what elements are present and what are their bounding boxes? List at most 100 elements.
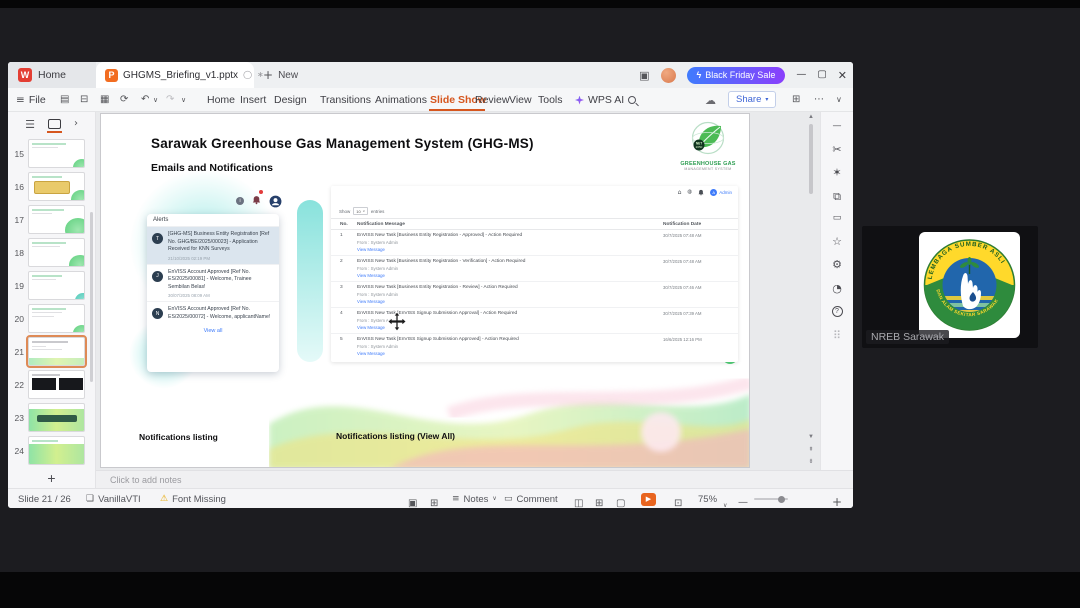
alert-item[interactable]: J EnVISS Account Approved [Ref No. ES/20… xyxy=(147,265,279,303)
ai-sparkle-icon xyxy=(575,95,584,105)
menu-insert[interactable]: Insert xyxy=(240,88,266,112)
menu-view[interactable]: View xyxy=(509,88,532,112)
previous-slide-icon[interactable]: ⇞ xyxy=(805,446,817,453)
menu-transitions[interactable]: Transitions xyxy=(320,88,371,112)
collapse-ribbon-icon[interactable]: ∨ xyxy=(836,88,842,112)
more-history-icon[interactable]: ∨ xyxy=(181,88,186,112)
zoom-dropdown-icon[interactable]: ∨ xyxy=(723,496,727,509)
window-switcher-icon[interactable]: ▣ xyxy=(639,70,649,81)
zoom-in-icon[interactable]: + xyxy=(832,492,842,508)
account-avatar[interactable] xyxy=(660,67,676,83)
menu-design[interactable]: Design xyxy=(274,88,307,112)
fit-slide-icon[interactable]: ⊡ xyxy=(674,494,682,509)
promo-label: Black Friday Sale xyxy=(705,70,776,80)
slide-thumbnail-18[interactable] xyxy=(28,238,85,267)
slide-thumbnail-20[interactable] xyxy=(28,304,85,333)
cloud-sync-icon[interactable]: ☁ xyxy=(705,88,716,112)
theme-indicator[interactable]: ❏ VanillaVTI xyxy=(86,489,141,508)
add-slide-button[interactable]: + xyxy=(8,470,95,486)
save-icon[interactable]: ▤ xyxy=(60,88,69,112)
ghgms-globe-icon: NET 2050 xyxy=(691,121,725,155)
zoom-out-icon[interactable]: — xyxy=(738,493,748,508)
comment-toggle[interactable]: ▭ Comment xyxy=(504,489,558,508)
view-message-link[interactable]: View Message xyxy=(357,247,385,252)
view-message-link[interactable]: View Message xyxy=(357,351,385,356)
normal-view-icon[interactable]: ◫ xyxy=(574,494,583,509)
zoom-slider[interactable] xyxy=(754,489,788,508)
slide-thumbnail-15[interactable] xyxy=(28,139,85,168)
view-message-link[interactable]: View Message xyxy=(357,299,385,304)
view-message-link[interactable]: View Message xyxy=(357,273,385,278)
favorites-icon[interactable]: ☆ xyxy=(832,236,842,247)
shapes-icon[interactable]: ⧉ xyxy=(833,191,841,202)
outline-view-icon[interactable]: ☰ xyxy=(25,119,35,130)
menu-tools[interactable]: Tools xyxy=(538,88,563,112)
tab-document[interactable]: P GHGMS_Briefing_v1.pptx ◯ ∗ xyxy=(96,62,264,88)
menu-animations[interactable]: Animations xyxy=(375,88,427,112)
history-icon[interactable]: ◔ xyxy=(832,283,842,294)
panel-layout-icon[interactable]: ⊞ xyxy=(792,88,800,112)
view-message-link[interactable]: View Message xyxy=(357,325,385,330)
slide-thumbnail-21-selected[interactable] xyxy=(26,335,87,368)
alert-item[interactable]: N EnVISS Account Approved [Ref No. ES/20… xyxy=(147,302,279,324)
canvas-scrollbar[interactable]: ▲ ▼ ⇞ ⇟ xyxy=(805,112,817,470)
new-tab-button[interactable]: + New xyxy=(263,62,298,88)
window-tab-bar: W Home P GHGMS_Briefing_v1.pptx ◯ ∗ + Ne… xyxy=(8,62,853,88)
comment-panel-icon[interactable]: ▭ xyxy=(833,214,842,223)
slide-view-icon[interactable] xyxy=(46,119,62,133)
notes-toggle[interactable]: ≡ Notes ∨ xyxy=(452,489,497,508)
search-icon[interactable] xyxy=(628,88,636,112)
zoom-level[interactable]: 75% xyxy=(698,489,717,508)
scroll-down-icon[interactable]: ▼ xyxy=(805,434,817,440)
entries-select[interactable]: 10 ∨ xyxy=(353,207,368,215)
font-missing-warning[interactable]: ⚠ Font Missing xyxy=(160,489,226,508)
style-tools-icon[interactable]: ✂ xyxy=(832,144,841,155)
share-button[interactable]: Share ▾ xyxy=(728,91,777,108)
file-menu[interactable]: ≡ File xyxy=(16,88,46,112)
slide-thumbnail-19[interactable] xyxy=(28,271,85,300)
collapse-icon[interactable]: — xyxy=(833,122,842,131)
next-slide-icon[interactable]: ⇟ xyxy=(805,458,817,465)
undo-icon[interactable]: ↶ xyxy=(141,88,149,112)
output-icon[interactable]: ⊟ xyxy=(80,88,88,112)
collapse-panel-icon[interactable]: › xyxy=(74,119,78,129)
slide-thumbnail-22[interactable] xyxy=(28,370,85,399)
refresh-icon[interactable]: ⟳ xyxy=(120,88,128,112)
export-icon[interactable]: ⊞ xyxy=(430,494,438,509)
more-options-icon[interactable]: ⋯ xyxy=(814,88,824,112)
reading-view-icon[interactable]: ▢ xyxy=(616,494,625,509)
thumb-number: 24 xyxy=(14,445,24,456)
menu-home[interactable]: Home xyxy=(207,88,235,112)
notes-input[interactable]: Click to add notes xyxy=(96,470,853,488)
current-slide[interactable]: Sarawak Greenhouse Gas Management System… xyxy=(100,113,750,468)
animation-pane-icon[interactable]: ✶ xyxy=(832,167,841,178)
minimize-button[interactable]: — xyxy=(796,70,806,80)
help-icon[interactable]: ? xyxy=(831,306,843,317)
participant-video-tile[interactable]: LEMBAGA SUMBER ASLI DAN ALAM SEKITAR SAR… xyxy=(862,226,1038,348)
slide-thumbnail-24[interactable] xyxy=(28,436,85,465)
thumb-number: 16 xyxy=(14,181,24,192)
thumbnail-scrollbar[interactable] xyxy=(90,212,93,382)
slide-thumbnail-23[interactable] xyxy=(28,403,85,432)
tab-home[interactable]: W Home xyxy=(8,62,96,88)
undo-dropdown-icon[interactable]: ∨ xyxy=(153,88,158,112)
alert-item[interactable]: T [GHG-MS] Business Entity Registration … xyxy=(147,227,279,265)
portal-user-avatar-icon: A xyxy=(710,189,718,196)
slide-thumbnail-17[interactable] xyxy=(28,205,85,234)
apps-grid-icon[interactable]: ⠿ xyxy=(833,330,841,341)
slide-thumbnail-16[interactable] xyxy=(28,172,85,201)
restore-button[interactable]: ▢ xyxy=(817,70,826,80)
black-friday-sale-button[interactable]: ϟ Black Friday Sale xyxy=(686,66,786,84)
alert-text: EnVISS Account Approved [Ref No. ES/2025… xyxy=(168,268,252,290)
slideshow-play-button[interactable]: ▶ xyxy=(641,489,656,508)
alert-date: 21/10/2025 02:19 PM xyxy=(168,255,210,261)
close-button[interactable]: ✕ xyxy=(838,70,847,81)
grid-view-icon[interactable]: ▣ xyxy=(408,494,417,509)
view-all-link[interactable]: View all xyxy=(147,324,279,338)
account-settings-icon[interactable]: ⚙ xyxy=(832,259,842,270)
menu-wps-ai[interactable]: WPS AI xyxy=(575,88,624,112)
print-icon[interactable]: ▦ xyxy=(100,88,109,112)
redo-icon[interactable]: ↷ xyxy=(166,88,174,112)
slide-sorter-icon[interactable]: ⊞ xyxy=(595,494,603,509)
scroll-up-icon[interactable]: ▲ xyxy=(805,114,817,120)
